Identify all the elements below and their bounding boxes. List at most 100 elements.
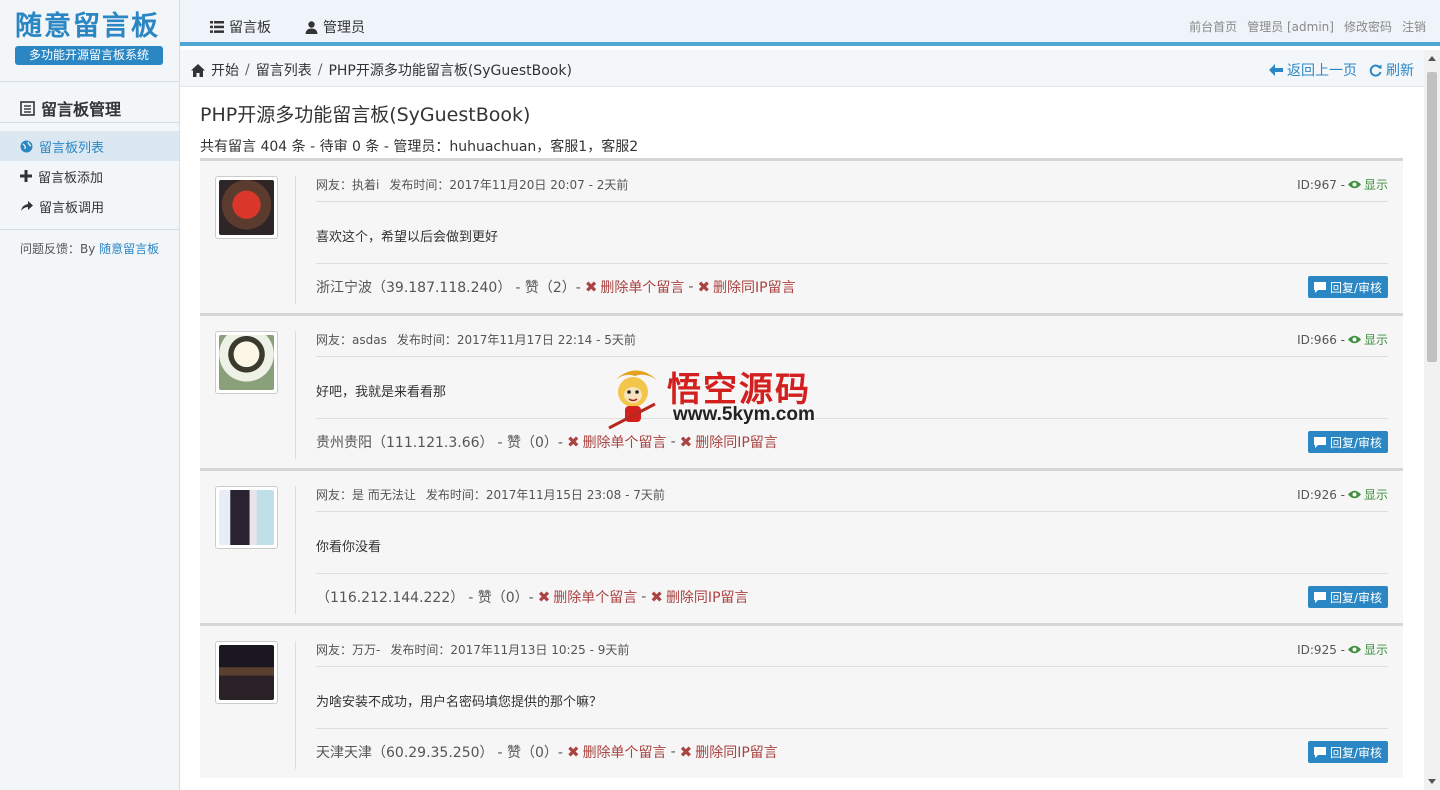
show-toggle[interactable]: 显示: [1347, 486, 1388, 503]
message-id-label: ID:926 -: [1297, 487, 1345, 502]
message-meta: 网友：asdas 发布时间：2017年11月17日 22:14 - 5天前: [316, 331, 636, 348]
feedback-label: 问题反馈：By: [20, 242, 96, 256]
message-text: 好吧，我就是来看看那: [316, 385, 447, 400]
link-change-password[interactable]: 修改密码: [1344, 18, 1392, 35]
message-user: 网友：执着i: [316, 178, 380, 192]
divider: [316, 666, 1388, 667]
nav-guestbook-label: 留言板: [229, 20, 271, 36]
show-toggle[interactable]: 显示: [1347, 176, 1388, 193]
reply-label: 回复/审核: [1329, 745, 1382, 760]
scroll-up-arrow-icon[interactable]: [1428, 56, 1436, 61]
show-toggle[interactable]: 显示: [1347, 331, 1388, 348]
message-user: 网友：万万-: [316, 643, 381, 657]
feedback-link[interactable]: 随意留言板: [99, 242, 159, 256]
watermark: 悟空源码 www.5kym.com: [605, 362, 835, 432]
top-nav: 留言板 管理员: [210, 17, 365, 37]
reply-label: 回复/审核: [1329, 590, 1382, 605]
back-button[interactable]: 返回上一页: [1269, 60, 1357, 80]
delete-ip-button[interactable]: ✖ 删除同IP留言: [650, 587, 748, 607]
link-user[interactable]: 管理员 [admin]: [1247, 18, 1334, 35]
sidebar-item-add[interactable]: 留言板添加: [0, 161, 179, 191]
nav-guestbook[interactable]: 留言板: [210, 17, 271, 37]
share-icon: [21, 201, 33, 211]
message-meta: 网友：执着i 发布时间：2017年11月20日 20:07 - 2天前: [316, 176, 628, 193]
link-home[interactable]: 前台首页: [1189, 18, 1237, 35]
message-id-label: ID:966 -: [1297, 332, 1345, 347]
avatar: [215, 176, 278, 239]
sidebar-header: 留言板管理: [0, 81, 179, 123]
nav-admin[interactable]: 管理员: [305, 17, 365, 37]
footer-separator: -: [670, 744, 676, 760]
scroll-down-arrow-icon[interactable]: [1428, 779, 1436, 784]
sidebar-item-label: 留言板调用: [39, 200, 105, 216]
back-label: 返回上一页: [1287, 63, 1357, 79]
divider: [316, 573, 1388, 574]
sidebar-item-list[interactable]: 留言板列表: [0, 131, 179, 161]
footer-separator: -: [641, 589, 647, 605]
logo-subtitle: 多功能开源留言板系统: [15, 46, 163, 65]
nav-admin-label: 管理员: [323, 20, 365, 36]
show-label: 显示: [1363, 488, 1388, 502]
delete-ip-button[interactable]: ✖ 删除同IP留言: [680, 742, 778, 762]
message-location: 浙江宁波（39.187.118.240）: [316, 280, 512, 296]
message-id-label: ID:967 -: [1297, 177, 1345, 192]
plus-icon: [20, 170, 32, 182]
divider: [295, 331, 296, 459]
remove-icon: ✖: [679, 433, 693, 451]
message-time: 发布时间：2017年11月13日 10:25 - 9天前: [390, 643, 630, 657]
delete-message-button[interactable]: ✖ 删除单个留言: [585, 277, 685, 297]
logo-title: 随意留言板: [15, 11, 160, 42]
avatar: [215, 331, 278, 394]
page-title: PHP开源多功能留言板(SyGuestBook): [200, 104, 531, 126]
remove-icon: ✖: [566, 433, 580, 451]
breadcrumb-start[interactable]: 开始: [211, 60, 239, 80]
message-footer: （116.212.144.222） - 赞（0）- ✖ 删除单个留言 - ✖ 删除同…: [316, 587, 749, 607]
comment-icon: [1313, 281, 1326, 293]
message-user: 网友：asdas: [316, 333, 387, 347]
show-toggle[interactable]: 显示: [1347, 641, 1388, 658]
delete-message-button[interactable]: ✖ 删除单个留言: [567, 742, 667, 762]
message-location: 天津天津（60.29.35.250）: [316, 745, 494, 761]
message-likes: - 赞（0）-: [497, 745, 563, 761]
message-likes: - 赞（0）-: [468, 590, 534, 606]
delete-ip-button[interactable]: ✖ 删除同IP留言: [680, 432, 778, 452]
sidebar-item-embed[interactable]: 留言板调用: [0, 191, 179, 221]
delete-message-button[interactable]: ✖ 删除单个留言: [567, 432, 667, 452]
eye-icon: [1347, 180, 1361, 189]
message-location: 贵州贵阳（111.121.3.66）: [316, 435, 494, 451]
eye-icon: [1347, 645, 1361, 654]
delete-message-button[interactable]: ✖ 删除单个留言: [538, 587, 638, 607]
message-footer: 浙江宁波（39.187.118.240） - 赞（2）- ✖ 删除单个留言 - ✖…: [316, 277, 796, 297]
sidebar: 随意留言板 多功能开源留言板系统 留言板管理 留言板列表 留言板添加 留言板调用…: [0, 0, 180, 790]
scroll-thumb[interactable]: [1427, 72, 1437, 362]
message-id: ID:967 - 显示: [1297, 176, 1388, 193]
message-time: 发布时间：2017年11月20日 20:07 - 2天前: [389, 178, 629, 192]
remove-icon: ✖: [584, 278, 598, 296]
message-location: （116.212.144.222）: [316, 590, 465, 606]
breadcrumb-actions: 返回上一页 刷新: [1269, 60, 1414, 80]
link-logout[interactable]: 注销: [1402, 18, 1426, 35]
breadcrumb-separator: /: [317, 62, 323, 78]
divider: [316, 511, 1388, 512]
reply-button[interactable]: 回复/审核: [1307, 276, 1388, 298]
remove-icon: ✖: [566, 743, 580, 761]
delete-message-label: 删除单个留言: [582, 745, 667, 761]
sidebar-header-label: 留言板管理: [41, 100, 122, 119]
delete-ip-button[interactable]: ✖ 删除同IP留言: [697, 277, 795, 297]
logo[interactable]: 随意留言板 多功能开源留言板系统: [0, 0, 179, 80]
message-text: 喜欢这个，希望以后会做到更好: [316, 230, 499, 245]
refresh-label: 刷新: [1386, 63, 1414, 79]
delete-ip-label: 删除同IP留言: [665, 590, 749, 606]
reply-button[interactable]: 回复/审核: [1307, 741, 1388, 763]
breadcrumb-list[interactable]: 留言列表: [256, 60, 312, 80]
remove-icon: ✖: [537, 588, 551, 606]
delete-ip-label: 删除同IP留言: [713, 280, 796, 296]
divider: [316, 418, 1388, 419]
reply-button[interactable]: 回复/审核: [1307, 586, 1388, 608]
avatar: [215, 486, 278, 549]
refresh-button[interactable]: 刷新: [1369, 60, 1414, 80]
scrollbar[interactable]: [1424, 50, 1440, 790]
avatar: [215, 641, 278, 704]
reply-button[interactable]: 回复/审核: [1307, 431, 1388, 453]
sidebar-menu: 留言板列表 留言板添加 留言板调用: [0, 131, 179, 230]
